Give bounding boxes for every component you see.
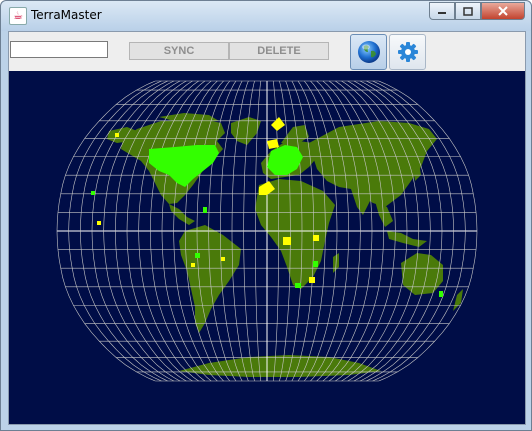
tiles-nz [439,291,443,297]
tiles-alaska-selected [115,133,119,137]
window-controls [429,2,525,21]
tiles-sa-central-selected [221,257,225,261]
tiles-se-africa-selected [309,277,315,283]
gear-icon [397,42,418,62]
tiles-caribbean [203,207,207,213]
app-window: ☕ TerraMaster SYNC DELETE [0,0,532,431]
land-central-america [169,204,195,225]
minimize-icon [438,12,446,14]
land-new-zealand [453,289,463,311]
window-title: TerraMaster [31,8,102,22]
tiles-pacific-selected [97,221,101,225]
tiles-east-africa [313,261,318,267]
map-canvas[interactable] [9,71,525,424]
land-south-america [179,225,241,333]
tiles-brazil [195,253,200,258]
toolbar: SYNC DELETE [9,32,525,71]
tiles-hawaii [91,191,95,195]
java-app-icon: ☕ [9,7,27,25]
tiles-south-america-selected [191,263,195,267]
tiles-south-africa [295,283,301,288]
land-australia [401,253,443,295]
tiles-central-africa-selected [313,235,319,241]
world-map[interactable] [9,71,525,424]
delete-button[interactable]: DELETE [229,42,329,60]
close-icon [498,6,508,16]
minimize-button[interactable] [429,2,455,20]
sync-button[interactable]: SYNC [129,42,229,60]
maximize-button[interactable] [455,2,481,20]
client-area: SYNC DELETE [8,31,526,425]
maximize-icon [463,6,473,16]
tiles-north-africa-selected [283,237,291,245]
search-input[interactable] [10,41,108,58]
tiles-uk-selected [271,117,285,131]
title-bar[interactable]: ☕ TerraMaster [1,1,531,31]
globe-view-button[interactable] [350,34,387,70]
settings-button[interactable] [389,34,426,70]
globe-icon [357,41,380,63]
land-antarctica [179,355,381,377]
land-arctic-islands [159,113,219,121]
close-button[interactable] [481,2,525,20]
land-scandinavia [281,125,309,143]
